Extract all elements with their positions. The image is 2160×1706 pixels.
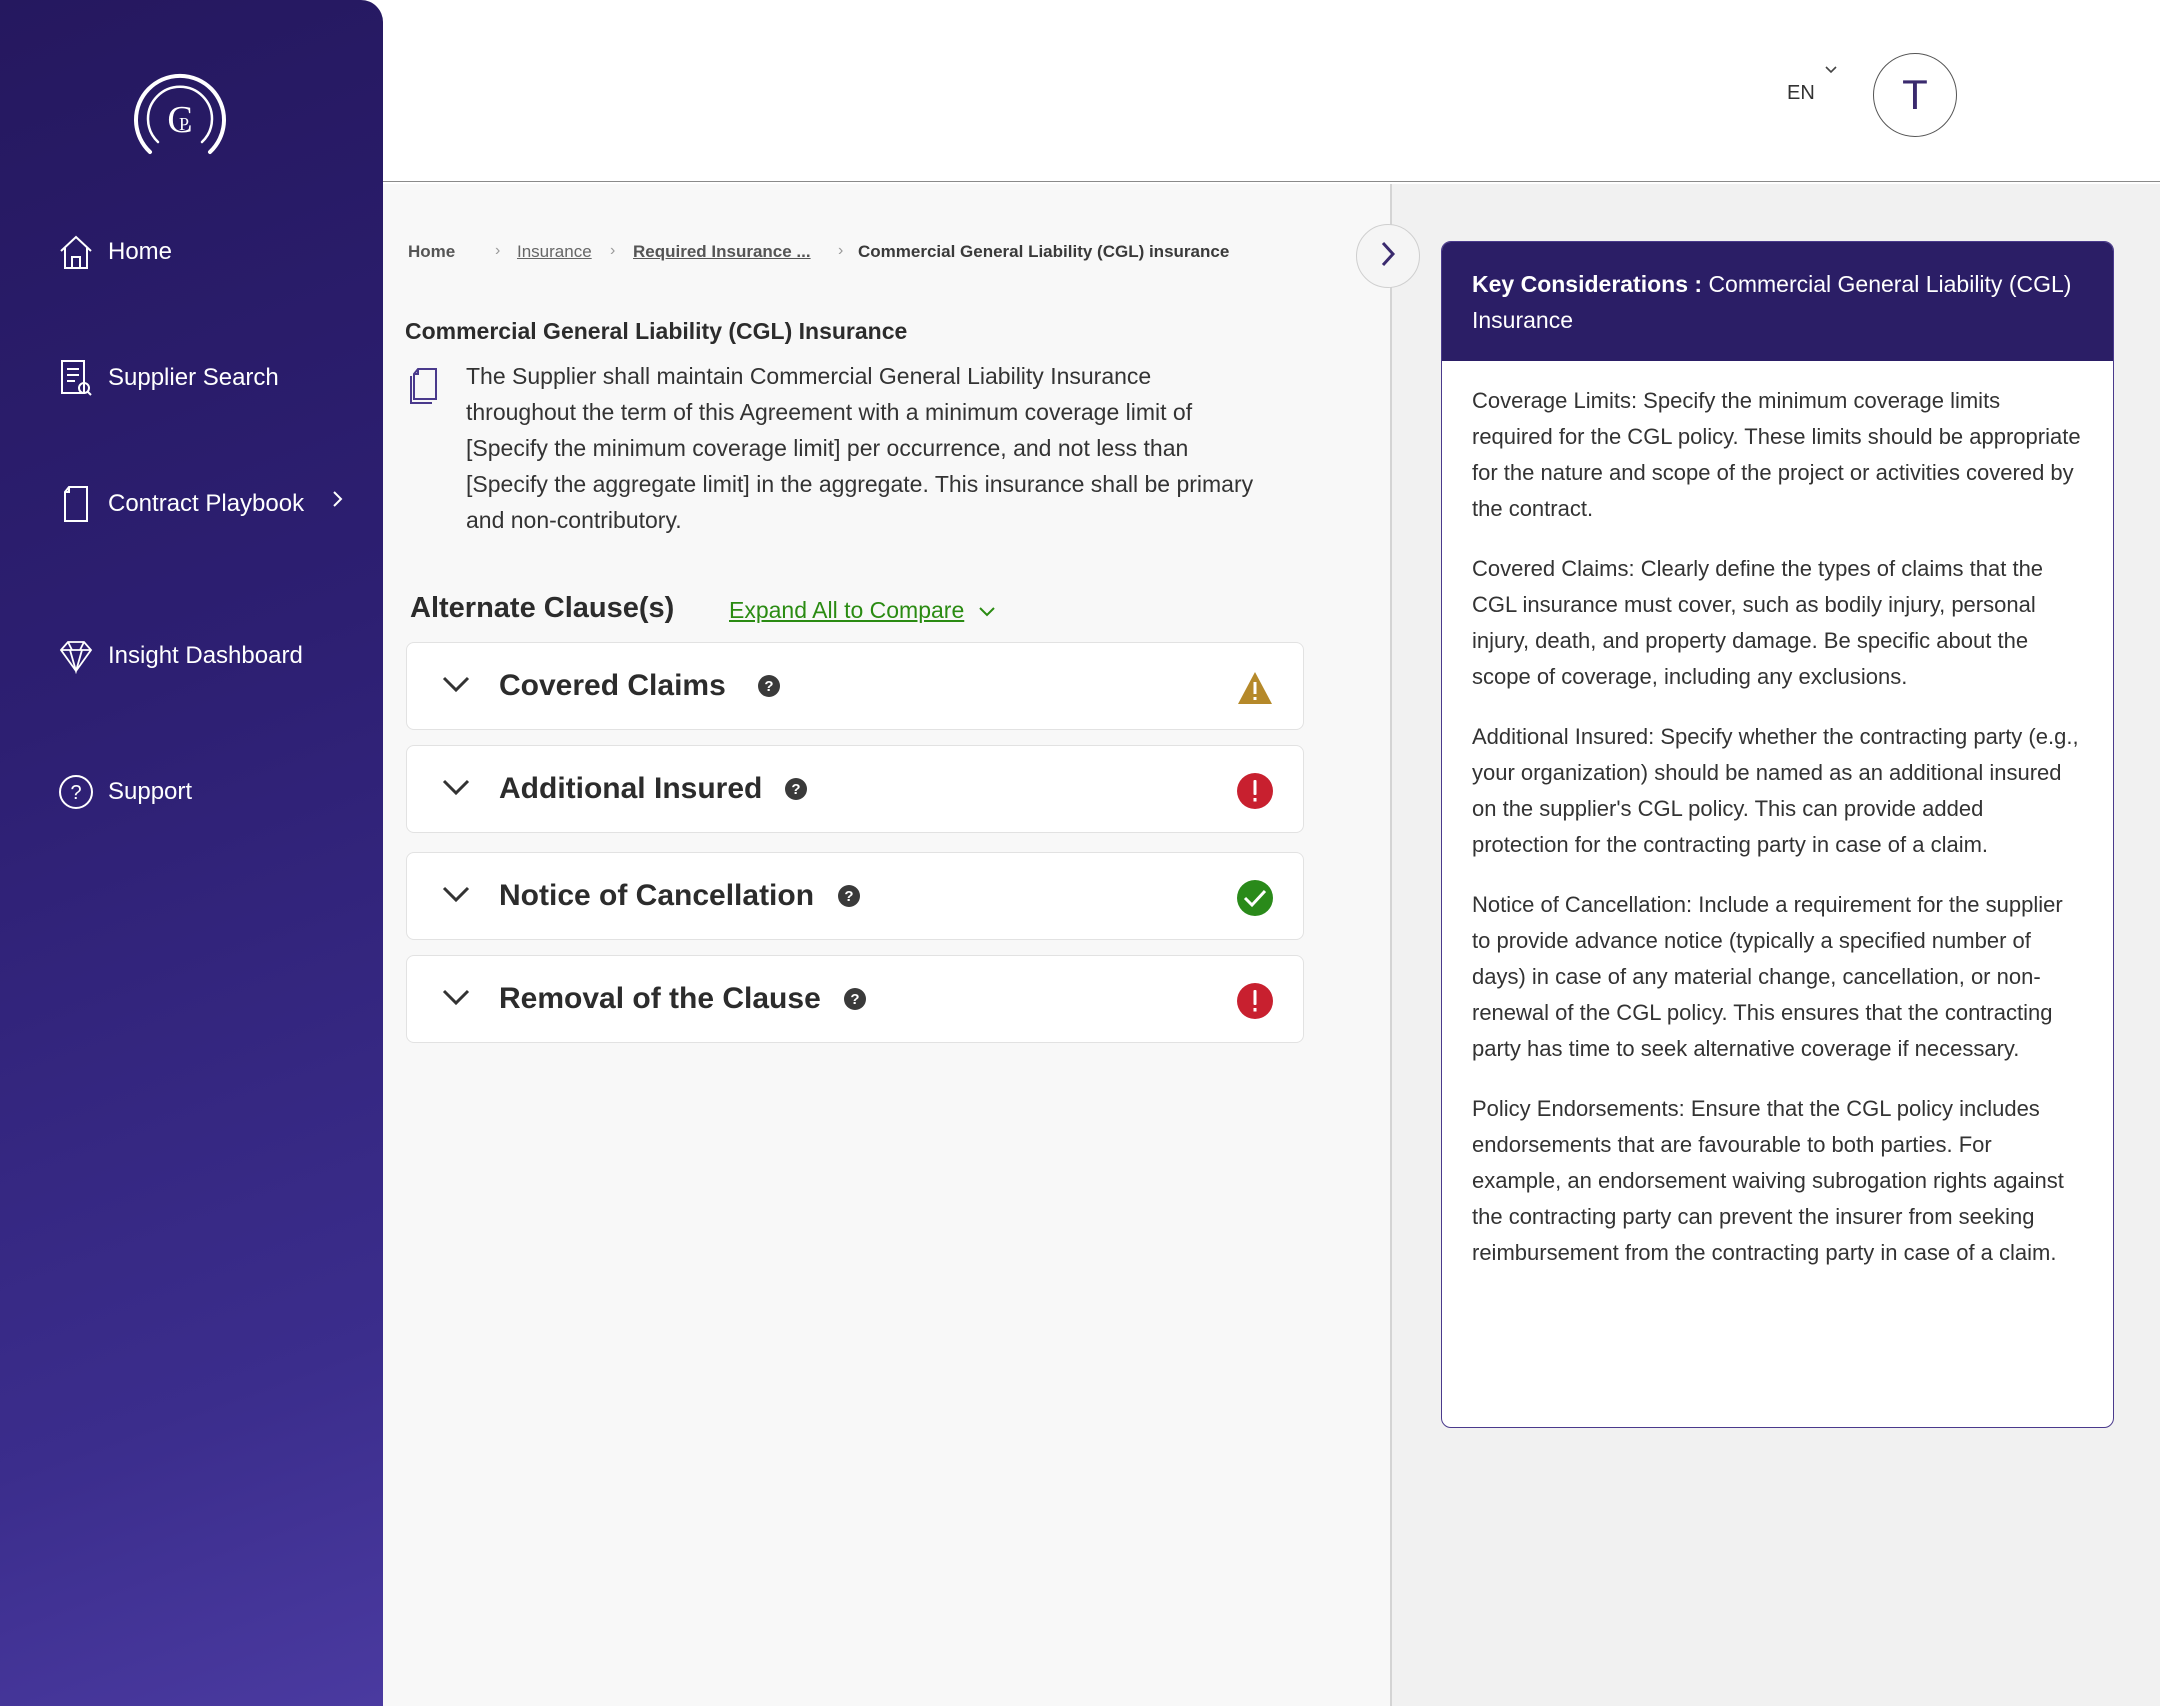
clause-text: The Supplier shall maintain Commercial G… [466, 363, 1254, 533]
sidebar-item-supplier-search[interactable]: Supplier Search [58, 358, 279, 398]
sidebar-item-label: Supplier Search [108, 364, 279, 391]
chevron-right-icon[interactable] [331, 488, 345, 516]
sidebar-item-label: Home [108, 238, 173, 265]
chevron-down-icon [441, 675, 471, 700]
chevron-down-icon [978, 597, 996, 624]
logo-icon: C P [134, 73, 226, 154]
expand-all-link[interactable]: Expand All to Compare [729, 597, 996, 624]
error-icon [1236, 772, 1274, 810]
breadcrumb-required-insurance[interactable]: Required Insurance ... [633, 242, 811, 262]
chevron-down-icon[interactable] [1824, 62, 1838, 80]
breadcrumb-home[interactable]: Home [408, 242, 455, 262]
sidebar-item-contract-playbook[interactable]: Contract Playbook [58, 484, 343, 524]
supplier-search-icon [58, 358, 94, 398]
diamond-icon [58, 636, 94, 676]
sidebar: C P Home Supplier Search Contract Playbo… [0, 0, 383, 1706]
help-circle-icon: ? [58, 772, 94, 812]
sidebar-item-insight-dashboard[interactable]: Insight Dashboard [58, 636, 303, 676]
accordion-label: Covered Claims [499, 669, 726, 702]
key-considerations-header: Key Considerations : Commercial General … [1442, 242, 2113, 361]
sidebar-item-home[interactable]: Home [58, 232, 172, 272]
consideration-paragraph: Covered Claims: Clearly define the types… [1472, 556, 2044, 689]
help-icon[interactable]: ? [758, 675, 780, 697]
document-icon[interactable] [408, 366, 440, 411]
help-icon[interactable]: ? [785, 778, 807, 800]
svg-text:?: ? [70, 782, 81, 804]
breadcrumb-current: Commercial General Liability (CGL) insur… [858, 242, 1230, 261]
accordion-label: Removal of the Clause [499, 982, 821, 1015]
warning-icon [1236, 669, 1274, 707]
chevron-right-icon: › [838, 242, 844, 259]
expand-all-label: Expand All to Compare [729, 597, 965, 623]
avatar[interactable]: T [1873, 53, 1957, 137]
sidebar-item-label: Contract Playbook [108, 490, 305, 517]
consideration-paragraph: Coverage Limits: Specify the minimum cov… [1472, 388, 2081, 521]
chevron-down-icon [441, 778, 471, 803]
alternate-clauses-title: Alternate Clause(s) [410, 592, 675, 624]
chevron-right-icon [1379, 239, 1397, 274]
consideration-paragraph: Additional Insured: Specify whether the … [1472, 724, 2079, 857]
accordion-label: Additional Insured [499, 772, 763, 805]
chevron-right-icon: › [495, 242, 501, 259]
svg-text:P: P [179, 114, 189, 134]
language-selector[interactable]: EN [1787, 82, 1815, 105]
help-icon[interactable]: ? [844, 988, 866, 1010]
chevron-right-icon: › [610, 242, 616, 259]
accordion-removal-of-the-clause[interactable]: Removal of the Clause ? [406, 955, 1304, 1043]
sidebar-item-label: Support [108, 778, 193, 805]
chevron-down-icon [441, 885, 471, 910]
accordion-label: Notice of Cancellation [499, 879, 815, 912]
home-icon [58, 232, 94, 272]
key-considerations-body: Coverage Limits: Specify the minimum cov… [1442, 361, 2113, 1317]
collapse-panel-button[interactable] [1356, 224, 1420, 288]
sidebar-item-support[interactable]: ? Support [58, 772, 192, 812]
document-icon [58, 484, 94, 524]
consideration-paragraph: Notice of Cancellation: Include a requir… [1472, 892, 2063, 1061]
consideration-paragraph: Policy Endorsements: Ensure that the CGL… [1472, 1096, 2064, 1265]
accordion-notice-of-cancellation[interactable]: Notice of Cancellation ? [406, 852, 1304, 940]
sidebar-item-label: Insight Dashboard [108, 642, 303, 669]
accordion-covered-claims[interactable]: Covered Claims ? [406, 642, 1304, 730]
logo[interactable]: C P [128, 70, 232, 174]
error-icon [1236, 982, 1274, 1020]
check-circle-icon [1236, 879, 1274, 917]
key-considerations-label: Key Considerations : [1472, 271, 1703, 297]
clause-title: Commercial General Liability (CGL) Insur… [405, 318, 908, 344]
key-considerations-card: Key Considerations : Commercial General … [1441, 241, 2114, 1428]
accordion-additional-insured[interactable]: Additional Insured ? [406, 745, 1304, 833]
chevron-down-icon [441, 988, 471, 1013]
help-icon[interactable]: ? [838, 885, 860, 907]
breadcrumb-insurance[interactable]: Insurance [517, 242, 592, 262]
